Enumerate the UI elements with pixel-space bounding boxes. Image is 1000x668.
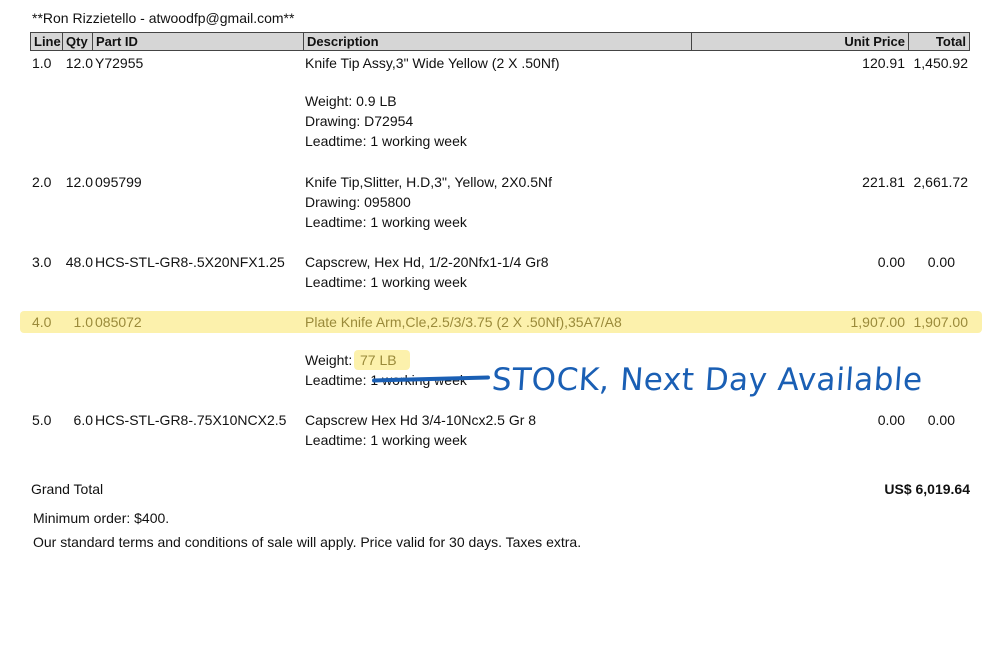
row-qty: 6.0	[73, 412, 93, 428]
row-detail: Leadtime: 1 working week	[305, 133, 467, 149]
row-unit-price: 0.00	[877, 254, 905, 270]
row-detail-weight: 77 LB	[360, 352, 397, 368]
row-description: Capscrew, Hex Hd, 1/2-20Nfx1-1/4 Gr8	[305, 254, 549, 270]
row-line: 3.0	[32, 254, 52, 270]
row-detail: Leadtime: 1 working week	[305, 214, 467, 230]
row-detail: Drawing: 095800	[305, 194, 411, 210]
col-part-id: Part ID	[93, 33, 304, 50]
grand-total-value: US$ 6,019.64	[884, 481, 970, 497]
row-part-id: Y72955	[95, 55, 144, 71]
row-description: Capscrew Hex Hd 3/4-10Ncx2.5 Gr 8	[305, 412, 537, 428]
row-total: 1,907.00	[913, 314, 969, 330]
row-part-id: HCS-STL-GR8-.75X10NCX2.5	[95, 412, 287, 428]
row-total: 2,661.72	[913, 174, 969, 190]
row-unit-price: 0.00	[877, 412, 905, 428]
row-detail-label: Weight:	[305, 352, 353, 368]
row-part-id: 095799	[95, 174, 142, 190]
row-total: 1,450.92	[913, 55, 969, 71]
row-detail: Leadtime: 1 working week	[305, 274, 467, 290]
row-description: Knife Tip,Slitter, H.D,3", Yellow, 2X0.5…	[305, 174, 552, 190]
row-part-id: HCS-STL-GR8-.5X20NFX1.25	[95, 254, 285, 270]
row-line: 1.0	[32, 55, 52, 71]
row-line: 4.0	[32, 314, 52, 330]
row-qty: 1.0	[73, 314, 93, 330]
row-description: Plate Knife Arm,Cle,2.5/3/3.75 (2 X .50N…	[305, 314, 622, 330]
row-detail: Drawing: D72954	[305, 113, 414, 129]
row-unit-price: 1,907.00	[850, 314, 906, 330]
row-detail: Leadtime: 1 working week	[305, 432, 467, 448]
col-total: Total	[935, 34, 966, 49]
row-unit-price: 120.91	[862, 55, 905, 71]
col-line: Line	[31, 33, 63, 50]
col-description: Description	[304, 33, 692, 50]
customer-header: **Ron Rizzietello - atwoodfp@gmail.com**	[32, 10, 295, 26]
row-qty: 12.0	[65, 55, 93, 71]
row-unit-price: 221.81	[862, 174, 905, 190]
row-line: 5.0	[32, 412, 52, 428]
row-qty: 12.0	[65, 174, 93, 190]
note-terms: Our standard terms and conditions of sal…	[33, 534, 582, 550]
note-minimum-order: Minimum order: $400.	[33, 510, 170, 526]
row-description: Knife Tip Assy,3" Wide Yellow (2 X .50Nf…	[305, 55, 560, 71]
row-total: 0.00	[927, 254, 955, 270]
col-unit-price: Unit Price	[692, 33, 909, 50]
row-total: 0.00	[927, 412, 955, 428]
row-line: 2.0	[32, 174, 52, 190]
handwritten-annotation: STOCK, Next Day Available	[490, 362, 924, 398]
grand-total-label: Grand Total	[31, 481, 104, 497]
col-qty: Qty	[63, 33, 93, 50]
table-header: Line Qty Part ID Description Unit Price …	[30, 32, 970, 51]
row-detail: Weight: 0.9 LB	[305, 93, 397, 109]
row-qty: 48.0	[65, 254, 93, 270]
row-part-id: 085072	[95, 314, 142, 330]
